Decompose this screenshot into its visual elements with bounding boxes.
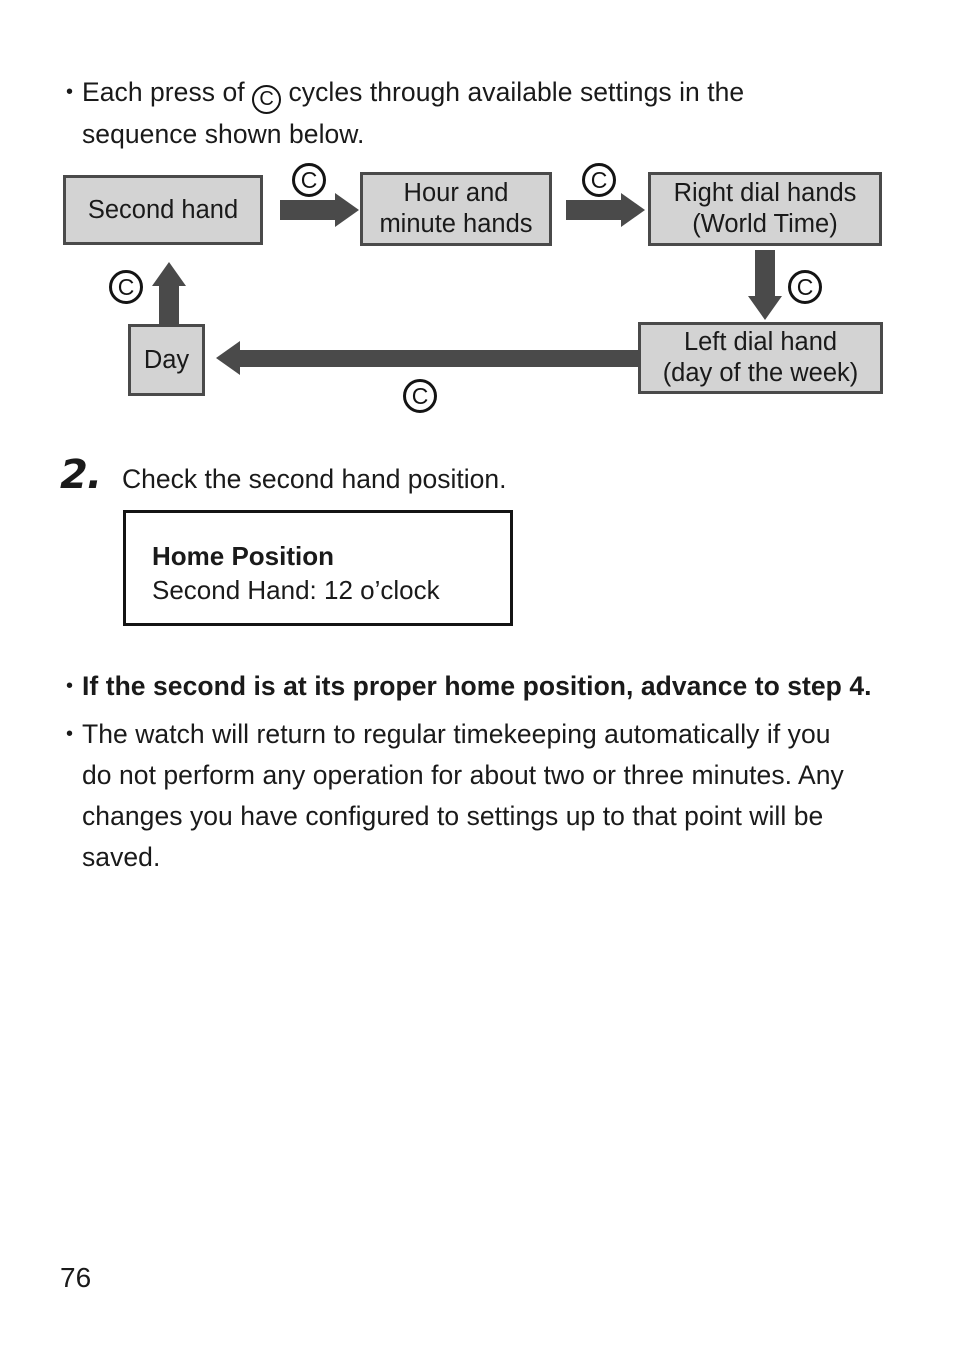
step-two: 2. Check the second hand position.: [60, 452, 507, 498]
button-c-icon-left-up: C: [109, 270, 143, 304]
note-bullet-auto-return: • The watch will return to regular timek…: [60, 714, 940, 878]
step-two-number: 2.: [60, 452, 102, 498]
arrow-head-day-to-second: [152, 262, 186, 286]
flow-box-day: Day: [128, 324, 205, 396]
arrow-head-hour-to-right: [621, 193, 645, 227]
note-bullet-auto-return-text: The watch will return to regular timekee…: [82, 714, 844, 878]
note-line-1: The watch will return to regular timekee…: [82, 719, 831, 749]
note-line-4: saved.: [82, 842, 161, 872]
flow-box-right-dial-line1: Right dial hands: [673, 179, 857, 207]
intro-line1-post: cycles through available settings in the: [281, 77, 745, 107]
arrow-head-right-to-left: [748, 296, 782, 320]
home-position-detail: Second Hand: 12 o’clock: [152, 575, 440, 605]
home-position-title: Home Position: [152, 541, 335, 571]
intro-bullet-text: Each press of C cycles through available…: [82, 72, 744, 155]
button-c-icon-top-left: C: [292, 163, 326, 197]
note-line-2: do not perform any operation for about t…: [82, 760, 844, 790]
button-c-icon-inline: C: [252, 85, 282, 114]
note-bullet-advance-step-text: If the second is at its proper home posi…: [82, 671, 872, 701]
flow-box-left-dial-hand: Left dial hand (day of the week): [638, 322, 883, 394]
flow-box-second-hand: Second hand: [63, 175, 263, 245]
flow-box-hour-minute-line1: Hour and: [403, 179, 509, 207]
flow-box-left-dial-line2: (day of the week): [662, 359, 859, 387]
bullet-marker: •: [66, 723, 74, 745]
flow-box-left-dial-line1: Left dial hand: [683, 328, 838, 356]
flow-box-hour-minute-line2: minute hands: [379, 210, 533, 238]
step-two-text: Check the second hand position.: [122, 464, 507, 494]
page-number: 76: [60, 1262, 92, 1293]
arrow-shaft-day-to-second: [159, 285, 179, 324]
arrow-shaft-hour-to-right: [566, 200, 621, 220]
intro-line1-pre: Each press of: [82, 77, 253, 107]
intro-line2: sequence shown below.: [82, 119, 365, 149]
home-position-callout: Home Position Second Hand: 12 o’clock: [123, 510, 513, 626]
button-c-icon-right-down: C: [788, 270, 822, 304]
arrow-shaft-left-to-day: [240, 350, 638, 367]
flow-box-hour-minute-hands: Hour and minute hands: [360, 172, 552, 246]
note-bullet-advance-step: • If the second is at its proper home po…: [60, 666, 940, 707]
arrow-shaft-right-to-left: [755, 250, 775, 296]
arrow-head-second-to-hour: [335, 193, 359, 227]
bullet-marker: •: [66, 81, 74, 103]
arrow-shaft-second-to-hour: [280, 200, 335, 220]
intro-bullet: • Each press of C cycles through availab…: [60, 72, 900, 155]
flow-box-right-dial-line2: (World Time): [692, 210, 838, 238]
flow-box-second-hand-label: Second hand: [87, 195, 239, 224]
bullet-marker: •: [66, 675, 74, 697]
flow-box-day-label: Day: [143, 345, 190, 374]
note-line-3: changes you have configured to settings …: [82, 801, 824, 831]
flow-box-right-dial-hands: Right dial hands (World Time): [648, 172, 882, 246]
button-c-icon-bottom: C: [403, 379, 437, 413]
button-c-icon-top-right: C: [582, 163, 616, 197]
arrow-head-left-to-day: [216, 341, 240, 375]
